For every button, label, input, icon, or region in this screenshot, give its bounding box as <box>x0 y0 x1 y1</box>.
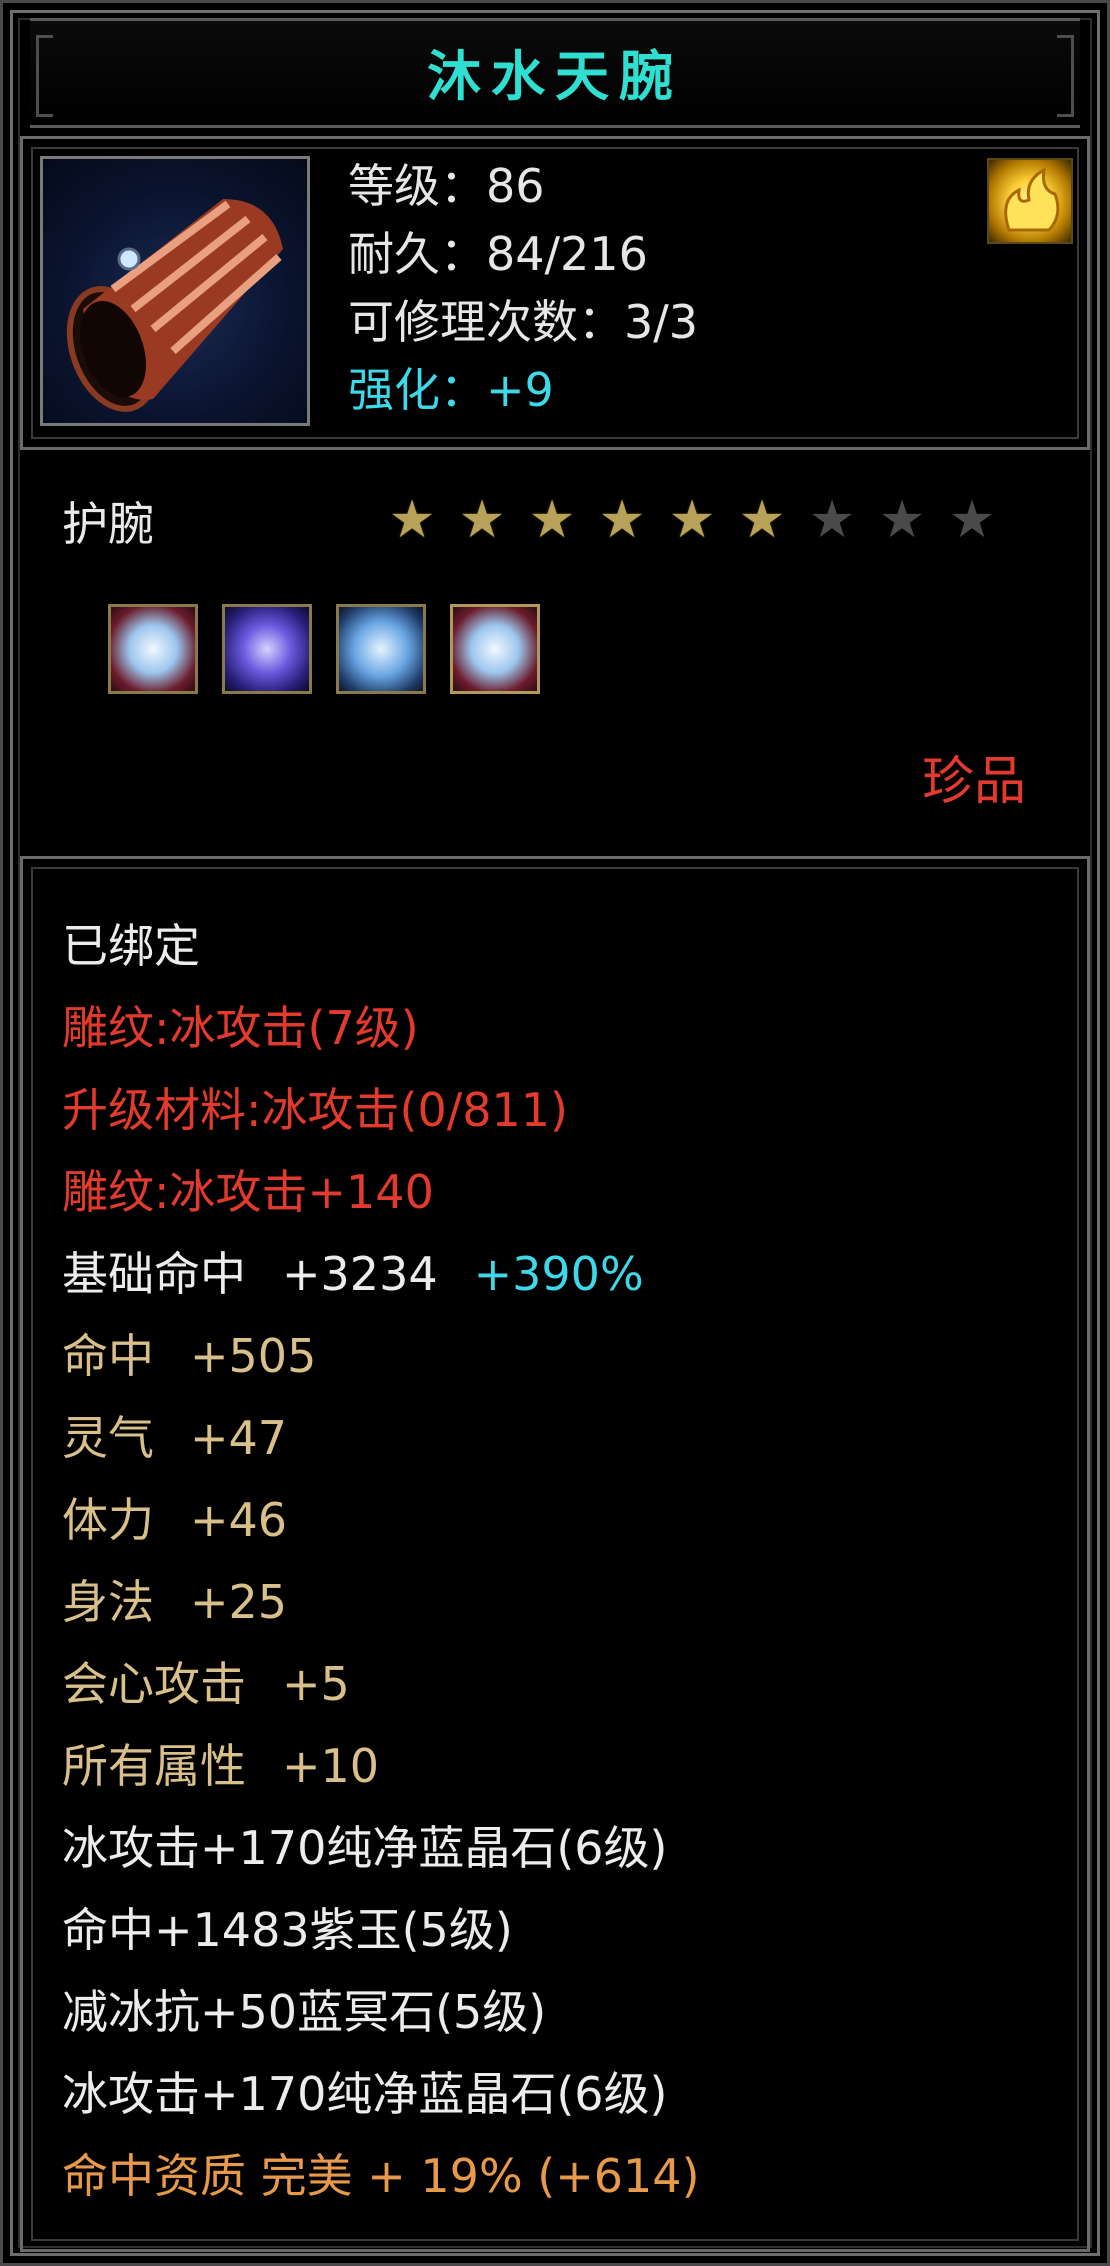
base-hit-label: 基础命中 <box>62 1247 246 1301</box>
gem-socket-line-4: 冰攻击+170纯净蓝晶石(6级) <box>62 2067 668 2121</box>
item-category: 护腕 <box>62 497 154 551</box>
agility-value: +25 <box>190 1575 288 1629</box>
star-icon-empty: ★ <box>878 490 926 550</box>
rarity-label: 珍品 <box>921 752 1026 812</box>
all-attributes-label: 所有属性 <box>62 1739 246 1793</box>
purple-jade-icon[interactable] <box>222 604 312 694</box>
gem-socket-line-3: 减冰抗+50蓝冥石(5级) <box>62 1985 547 2039</box>
spirit-line: 灵气 +47 <box>62 1410 287 1466</box>
quality-line: 命中资质 完美 + 19% (+614) <box>62 2149 700 2203</box>
item-durability: 耐久：84/216 <box>348 227 648 281</box>
base-hit-line: 基础命中 +3234 +390% <box>62 1246 644 1302</box>
fire-icon <box>987 158 1073 244</box>
spirit-value: +47 <box>190 1411 288 1465</box>
stamina-value: +46 <box>190 1493 288 1547</box>
agility-label: 身法 <box>62 1575 154 1629</box>
ice-gem-icon[interactable] <box>450 604 540 694</box>
attributes-box <box>20 856 1090 2252</box>
agility-line: 身法 +25 <box>62 1574 287 1630</box>
stamina-line: 体力 +46 <box>62 1492 287 1548</box>
base-hit-percent: +390% <box>473 1247 644 1301</box>
crit-label: 会心攻击 <box>62 1657 246 1711</box>
gem-socket-line-2: 命中+1483紫玉(5级) <box>62 1903 513 1957</box>
gem-socket-line-1: 冰攻击+170纯净蓝晶石(6级) <box>62 1821 668 1875</box>
title-bar: 沐水天腕 <box>30 18 1080 128</box>
bracer-icon <box>40 156 310 426</box>
item-level: 等级：86 <box>348 159 545 213</box>
star-rating: ★ ★ ★ ★ ★ ★ ★ ★ ★ <box>388 492 996 548</box>
stamina-label: 体力 <box>62 1493 154 1547</box>
spirit-label: 灵气 <box>62 1411 154 1465</box>
star-icon-filled: ★ <box>388 490 436 550</box>
star-icon-filled: ★ <box>458 490 506 550</box>
bracer-icon-graphic <box>66 199 283 412</box>
item-enhance: 强化：+9 <box>348 363 554 417</box>
star-icon-filled: ★ <box>668 490 716 550</box>
base-hit-value: +3234 <box>282 1247 438 1301</box>
star-icon-filled: ★ <box>528 490 576 550</box>
bound-status: 已绑定 <box>62 919 200 973</box>
blue-gem-icon[interactable] <box>336 604 426 694</box>
upgrade-material-line: 升级材料:冰攻击(0/811) <box>62 1083 568 1137</box>
star-icon-filled: ★ <box>598 490 646 550</box>
engrave-line: 雕纹:冰攻击(7级) <box>62 1001 419 1055</box>
item-name: 沐水天腕 <box>427 45 683 108</box>
star-icon-filled: ★ <box>738 490 786 550</box>
ice-gem-icon[interactable] <box>108 604 198 694</box>
star-icon-empty: ★ <box>808 490 856 550</box>
hit-line: 命中 +505 <box>62 1328 316 1384</box>
star-icon-empty: ★ <box>948 490 996 550</box>
hit-value: +505 <box>190 1329 317 1383</box>
all-attributes-line: 所有属性 +10 <box>62 1738 379 1794</box>
engrave-bonus-line: 雕纹:冰攻击+140 <box>62 1165 434 1219</box>
crit-value: +5 <box>282 1657 350 1711</box>
crit-line: 会心攻击 +5 <box>62 1656 350 1712</box>
item-repair-count: 可修理次数：3/3 <box>348 295 699 349</box>
all-attributes-value: +10 <box>282 1739 380 1793</box>
hit-label: 命中 <box>62 1329 154 1383</box>
